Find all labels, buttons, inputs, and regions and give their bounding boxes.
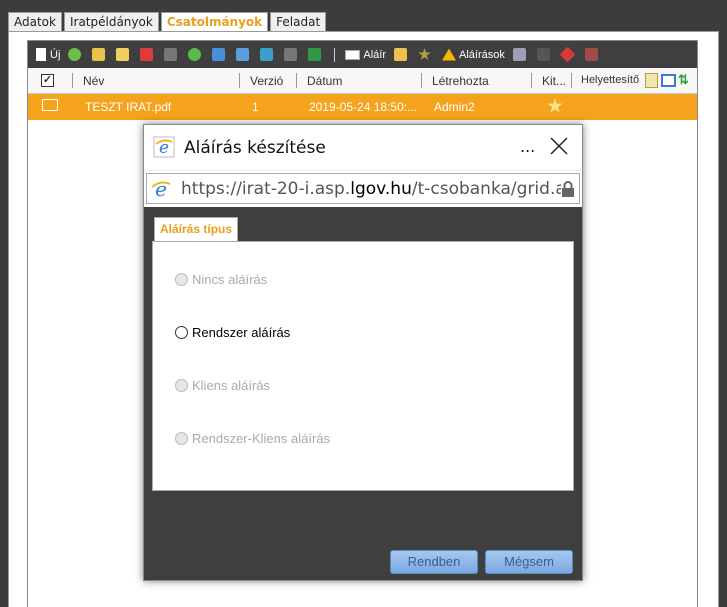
cancel-button[interactable]: Mégsem [485, 550, 573, 574]
sign-icon [345, 49, 361, 60]
internet-explorer-icon: e [151, 178, 171, 200]
star-icon [547, 98, 563, 113]
column-header-substitute[interactable]: Helyettesítő [581, 74, 639, 86]
new-button-label: Új [50, 48, 61, 61]
signatures-button-label: Aláírások [459, 48, 505, 61]
svg-text:e: e [155, 178, 167, 200]
tab-csatolmanyok[interactable]: Csatolmányok [160, 12, 269, 33]
column-header-date[interactable]: Dátum [307, 74, 342, 88]
delete-icon[interactable] [140, 48, 154, 61]
refresh-icon[interactable] [260, 48, 274, 61]
row-version: 1 [252, 100, 259, 114]
table-row[interactable]: TESZT IRAT.pdf 1 2019-05-24 18:50:... Ad… [28, 94, 697, 120]
tab-bar: Adatok Iratpéldányok Csatolmányok Felada… [8, 12, 328, 33]
column-header-name[interactable]: Név [83, 74, 104, 88]
row-name: TESZT IRAT.pdf [85, 100, 172, 114]
radio-label: Nincs aláírás [192, 272, 268, 287]
address-bar: e https://irat-20-i.asp.lgov.hu/t-csoban… [144, 170, 582, 207]
radio-no-signature[interactable]: Nincs aláírás [175, 272, 267, 287]
radio-button[interactable] [175, 326, 188, 339]
select-all-checkbox[interactable]: ✓ [41, 74, 54, 87]
close-icon[interactable] [548, 135, 570, 157]
radio-button[interactable] [175, 379, 188, 392]
star-icon[interactable] [418, 48, 431, 60]
column-header-kit[interactable]: Kit... [542, 74, 566, 88]
signatures-button[interactable]: Aláírások [442, 48, 505, 61]
tab-iratpeldanyok[interactable]: Iratpéldányok [63, 12, 159, 32]
document-icon[interactable] [164, 48, 178, 61]
column-separator [421, 73, 422, 88]
folder-icon[interactable] [394, 48, 408, 61]
url-field[interactable]: e https://irat-20-i.asp.lgov.hu/t-csoban… [146, 173, 580, 204]
radio-system-signature[interactable]: Rendszer aláírás [175, 325, 290, 340]
alert-icon[interactable] [559, 46, 576, 63]
radio-system-client-signature[interactable]: Rendszer-Kliens aláírás [175, 431, 330, 446]
mail-icon[interactable] [212, 48, 226, 61]
signature-type-panel: Nincs aláírás Rendszer aláírás Kliens al… [152, 241, 574, 491]
sign-dialog: e Aláírás készítése ... e https://irat-2… [143, 124, 583, 581]
calculator-icon[interactable] [512, 48, 526, 61]
tab-adatok[interactable]: Adatok [8, 12, 62, 32]
column-separator [72, 73, 73, 88]
edit-list-icon[interactable] [92, 48, 106, 61]
column-header-created-by[interactable]: Létrehozta [432, 74, 489, 88]
lock-icon [561, 181, 575, 197]
copy-icon[interactable] [236, 48, 250, 61]
new-button[interactable]: Új [36, 48, 60, 61]
share-icon[interactable] [188, 48, 202, 61]
excel-icon[interactable] [308, 48, 322, 61]
column-header-version[interactable]: Verzió [250, 74, 283, 88]
more-options-button[interactable]: ... [520, 137, 535, 156]
row-date: 2019-05-24 18:50:... [309, 100, 418, 114]
internet-explorer-icon: e [153, 136, 175, 158]
dialog-title: Aláírás készítése [184, 138, 326, 158]
archive-icon[interactable] [584, 48, 598, 61]
radio-button[interactable] [175, 432, 188, 445]
radio-client-signature[interactable]: Kliens aláírás [175, 378, 270, 393]
radio-button[interactable] [175, 273, 188, 286]
window-icon[interactable] [661, 74, 676, 87]
dialog-titlebar: e Aláírás készítése ... [144, 125, 582, 170]
columns-icon[interactable] [284, 48, 298, 61]
column-separator [239, 73, 240, 88]
new-document-icon [36, 48, 46, 61]
pencil-icon[interactable] [116, 48, 130, 61]
tab-signature-type[interactable]: Aláírás típus [154, 217, 239, 241]
sync-icon[interactable]: ⇅ [678, 72, 689, 88]
grid-header: ✓ Név Verzió Dátum Létrehozta Kit... Hel… [28, 68, 697, 94]
lock-icon[interactable] [536, 48, 550, 61]
column-separator [531, 73, 532, 88]
url-text: https://irat-20-i.asp.lgov.hu/t-csobanka… [181, 179, 576, 199]
sign-button[interactable]: Aláír [345, 49, 386, 61]
toolbar: Új Aláír Aláírások [28, 41, 697, 68]
radio-label: Rendszer-Kliens aláírás [192, 431, 331, 446]
radio-label: Rendszer aláírás [192, 325, 291, 340]
sign-button-label: Aláír [363, 48, 387, 61]
column-separator [571, 73, 572, 88]
filter-icon[interactable] [68, 48, 82, 61]
ok-button[interactable]: Rendben [390, 550, 478, 574]
briefcase-icon [42, 99, 58, 111]
warning-icon [442, 48, 457, 61]
tab-feladat[interactable]: Feladat [270, 12, 327, 32]
attach-document-icon[interactable] [645, 73, 658, 88]
toolbar-separator [334, 47, 336, 62]
row-created-by: Admin2 [434, 100, 475, 114]
radio-label: Kliens aláírás [192, 378, 271, 393]
column-separator [296, 73, 297, 88]
